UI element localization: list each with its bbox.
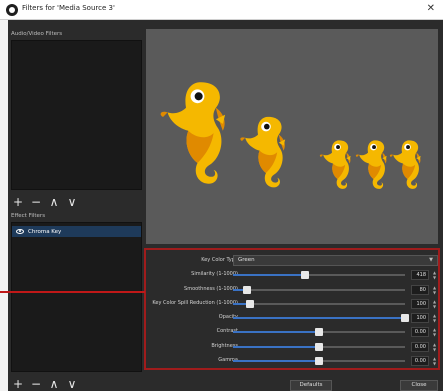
slider-track[interactable] — [233, 286, 405, 294]
seahorse-small-icon-3 — [389, 140, 421, 189]
slider-row: Smoothness (1-1000) 80 ▲ ▼ — [146, 284, 438, 296]
slider-row: Key Color Spill Reduction (1-1000) 100 ▲ ▼ — [146, 298, 438, 310]
slider-row: Brightness 0.00 ▲ ▼ — [146, 341, 438, 353]
slider-fill — [233, 317, 405, 319]
slider-handle[interactable] — [315, 328, 323, 336]
spin-arrows[interactable]: ▲ ▼ — [431, 313, 438, 323]
move-effect-down-button[interactable]: ∨ — [66, 378, 78, 390]
slider-track[interactable] — [233, 314, 409, 322]
slider-track[interactable] — [233, 343, 405, 351]
slider-handle[interactable] — [315, 357, 323, 365]
close-icon[interactable]: ✕ — [427, 2, 435, 16]
audio-video-toolbar: + − ∧ ∨ — [12, 196, 78, 208]
window-title: Filters for 'Media Source 3' — [22, 4, 115, 12]
slider-value-input[interactable]: 0.00 — [411, 327, 429, 337]
key-color-type-row: Key Color Type Green ▼ — [146, 255, 438, 267]
slider-fill — [233, 360, 319, 362]
spin-arrows[interactable]: ▲ ▼ — [431, 327, 438, 337]
slider-fill — [233, 331, 319, 333]
slider-value-input[interactable]: 0.00 — [411, 356, 429, 366]
chevron-down-icon[interactable]: ▼ — [431, 318, 438, 323]
slider-row: Contrast 0.00 ▲ ▼ — [146, 326, 438, 338]
slider-label: Smoothness (1-1000) — [184, 286, 238, 292]
callout-line — [0, 291, 145, 293]
obs-app-icon — [6, 4, 18, 16]
spin-arrows[interactable]: ▲ ▼ — [431, 270, 438, 280]
chroma-key-settings: Key Color Type Green ▼ Similarity (1-100… — [144, 248, 440, 370]
slider-label: Similarity (1-1000) — [191, 271, 238, 277]
spin-arrows[interactable]: ▲ ▼ — [431, 299, 438, 309]
slider-track[interactable] — [233, 357, 405, 365]
add-filter-button[interactable]: + — [12, 196, 24, 208]
slider-value-input[interactable]: 418 — [411, 270, 429, 280]
chevron-down-icon[interactable]: ▼ — [431, 332, 438, 337]
chevron-down-icon[interactable]: ▼ — [431, 275, 438, 280]
slider-track[interactable] — [233, 271, 405, 279]
slider-row: Gamma 0.00 ▲ ▼ — [146, 355, 438, 367]
background-strip — [0, 20, 8, 391]
slider-value-input[interactable]: 0.00 — [411, 342, 429, 352]
slider-handle[interactable] — [301, 271, 310, 279]
eye-icon[interactable] — [16, 229, 24, 234]
seahorse-medium-icon — [240, 116, 286, 188]
remove-filter-button[interactable]: − — [30, 196, 42, 208]
slider-value-input[interactable]: 100 — [411, 313, 429, 323]
remove-effect-button[interactable]: − — [30, 378, 42, 390]
effect-filters-list[interactable]: Chroma Key — [11, 222, 142, 372]
slider-value-input[interactable]: 80 — [411, 285, 429, 295]
key-color-type-select[interactable]: Green ▼ — [233, 255, 438, 266]
chevron-down-icon[interactable]: ▼ — [431, 290, 438, 295]
key-color-type-value: Green — [238, 257, 255, 263]
seahorse-small-icon-1 — [319, 140, 351, 189]
slider-row: Opacity 100 ▲ ▼ — [146, 312, 438, 324]
effect-toolbar: + − ∧ ∨ — [12, 378, 78, 390]
slider-track[interactable] — [233, 300, 405, 308]
slider-handle[interactable] — [242, 286, 251, 294]
chevron-down-icon[interactable]: ▼ — [431, 361, 438, 366]
title-bar: Filters for 'Media Source 3' ✕ — [0, 0, 443, 20]
seahorse-large-icon — [160, 82, 226, 184]
chevron-down-icon[interactable]: ▼ — [431, 304, 438, 309]
move-effect-up-button[interactable]: ∧ — [48, 378, 60, 390]
slider-fill — [233, 274, 306, 276]
filter-item-label: Chroma Key — [28, 228, 62, 235]
spin-arrows[interactable]: ▲ ▼ — [431, 356, 438, 366]
audio-video-filters-list[interactable] — [11, 40, 142, 190]
audio-video-filters-label: Audio/Video Filters — [11, 31, 63, 37]
spin-arrows[interactable]: ▲ ▼ — [431, 342, 438, 352]
move-up-button[interactable]: ∧ — [48, 196, 60, 208]
filter-item-chroma-key[interactable]: Chroma Key — [12, 226, 141, 237]
slider-handle[interactable] — [246, 300, 255, 308]
filters-window: Filters for 'Media Source 3' ✕ Audio/Vid… — [0, 0, 443, 391]
slider-row: Similarity (1-1000) 418 ▲ ▼ — [146, 269, 438, 281]
seahorse-small-icon-2 — [355, 140, 387, 189]
close-button[interactable]: Close — [400, 380, 438, 391]
slider-fill — [233, 346, 319, 348]
slider-handle[interactable] — [401, 314, 409, 322]
defaults-button[interactable]: Defaults — [290, 380, 332, 391]
slider-handle[interactable] — [315, 343, 323, 351]
slider-label: Key Color Spill Reduction (1-1000) — [152, 300, 238, 306]
chevron-down-icon[interactable]: ▼ — [431, 347, 438, 352]
move-down-button[interactable]: ∨ — [66, 196, 78, 208]
slider-value-input[interactable]: 100 — [411, 299, 429, 309]
spin-arrows[interactable]: ▲ ▼ — [431, 285, 438, 295]
add-effect-button[interactable]: + — [12, 378, 24, 390]
seahorse-preview-image — [160, 82, 421, 189]
chevron-down-icon: ▼ — [429, 257, 433, 263]
source-preview — [146, 29, 438, 244]
effect-filters-label: Effect Filters — [11, 213, 46, 219]
slider-track[interactable] — [233, 328, 405, 336]
